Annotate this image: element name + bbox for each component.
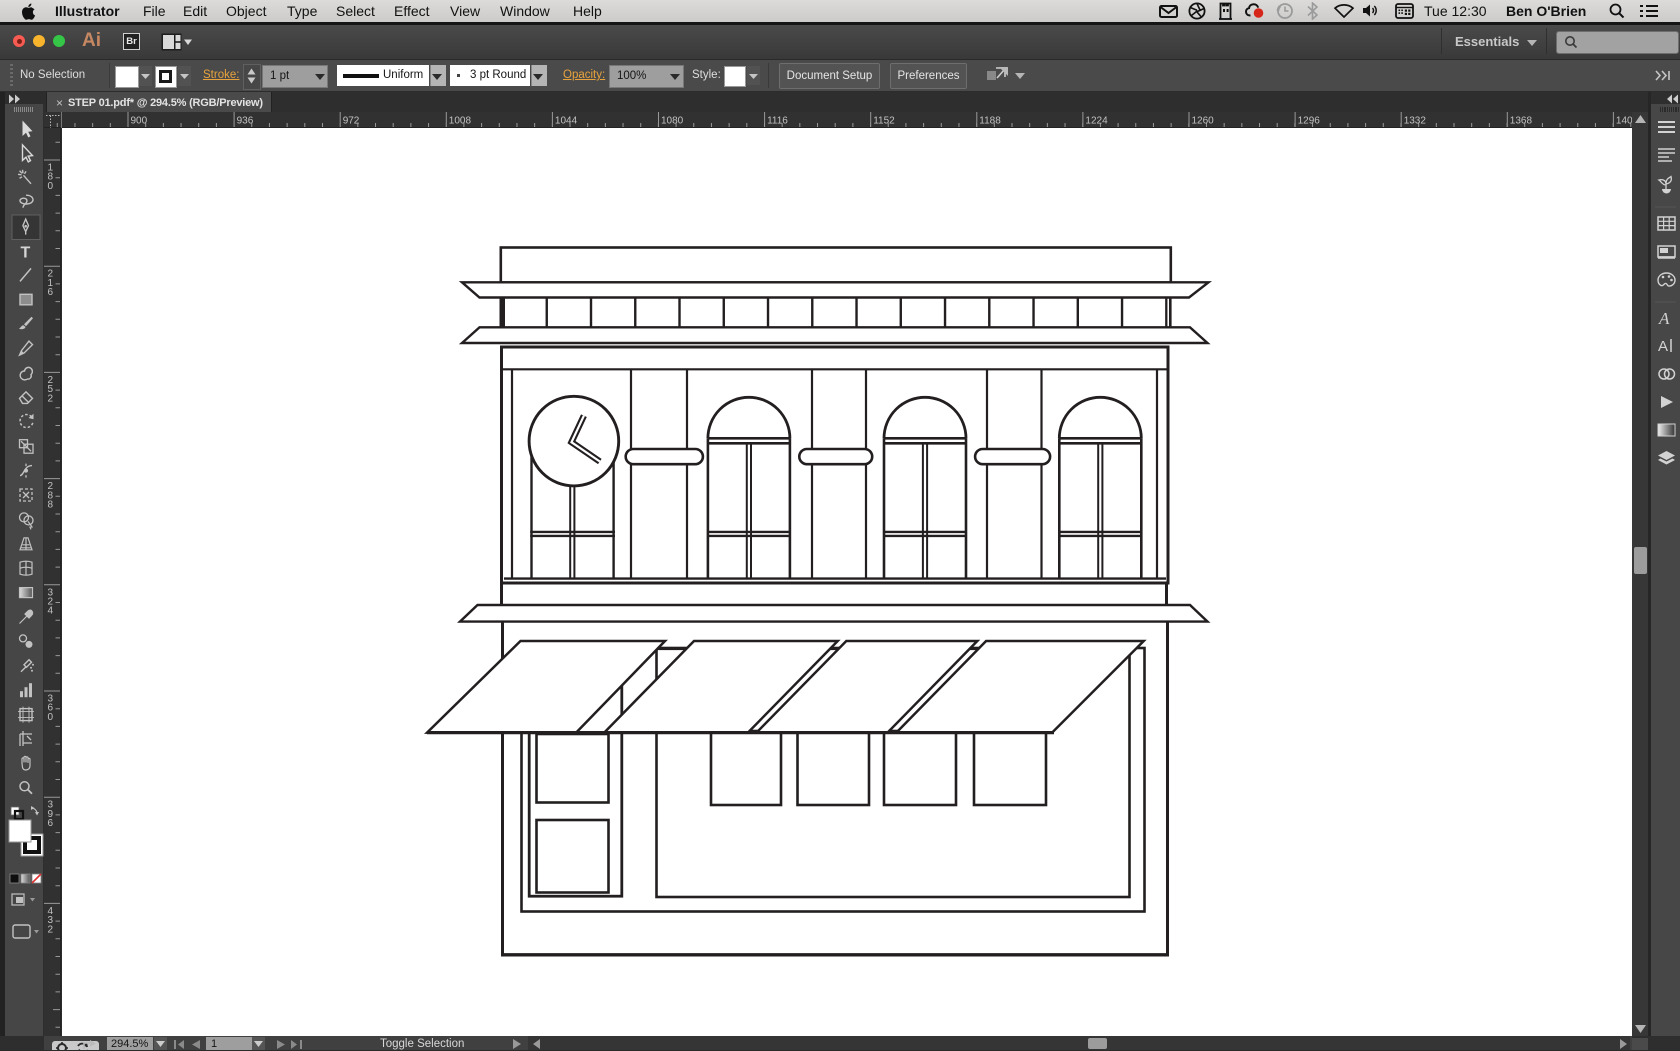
svg-text:0: 0 (48, 712, 54, 723)
svg-text:972: 972 (343, 116, 360, 127)
svg-text:1296: 1296 (1298, 116, 1321, 127)
svg-text:A: A (1658, 309, 1670, 328)
svg-text:900: 900 (131, 116, 148, 127)
svg-text:1080: 1080 (661, 116, 684, 127)
svg-text:T: T (21, 245, 31, 262)
svg-text:2: 2 (48, 393, 54, 404)
svg-text:4: 4 (48, 606, 54, 617)
svg-text:A: A (1658, 338, 1668, 355)
svg-text:1044: 1044 (555, 116, 578, 127)
svg-text:1332: 1332 (1404, 116, 1427, 127)
svg-text:1152: 1152 (873, 116, 895, 127)
svg-text:8: 8 (48, 500, 54, 511)
svg-text:2: 2 (48, 924, 54, 935)
svg-text:1008: 1008 (449, 116, 472, 127)
svg-text:1260: 1260 (1192, 116, 1215, 127)
svg-text:1368: 1368 (1510, 116, 1533, 127)
svg-text:1224: 1224 (1085, 116, 1108, 127)
svg-text:1188: 1188 (979, 116, 1001, 127)
svg-text:6: 6 (48, 818, 54, 829)
svg-text:6: 6 (48, 287, 54, 298)
svg-text:0: 0 (48, 181, 54, 192)
svg-text:1116: 1116 (767, 116, 788, 127)
svg-text:936: 936 (237, 116, 254, 127)
